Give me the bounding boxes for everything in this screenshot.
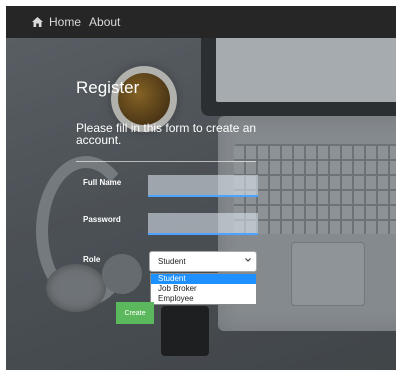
chevron-down-icon	[245, 258, 251, 262]
home-icon	[32, 17, 43, 27]
role-option-employee[interactable]: Employee	[151, 294, 256, 304]
create-button[interactable]: Create	[116, 302, 154, 324]
app-frame: Home About Register Please fill in this …	[6, 6, 396, 370]
role-dropdown-list: Student Job Broker Employee	[150, 273, 257, 305]
role-option-job-broker[interactable]: Job Broker	[151, 284, 256, 294]
full-name-field[interactable]	[148, 175, 258, 197]
password-field[interactable]	[148, 213, 258, 235]
background-overlay	[6, 38, 396, 370]
role-option-student[interactable]: Student	[151, 274, 256, 284]
nav-about-label: About	[89, 15, 121, 29]
form-subtitle: Please fill in this form to create an ac…	[76, 121, 257, 147]
role-select[interactable]: Student	[149, 251, 257, 272]
nav-about-link[interactable]: About	[89, 15, 120, 29]
navbar: Home About	[6, 6, 396, 38]
password-label: Password	[83, 215, 121, 224]
full-name-label: Full Name	[83, 178, 122, 187]
role-label: Role	[83, 255, 101, 264]
nav-home-link[interactable]: Home	[32, 15, 81, 29]
form-divider	[76, 161, 256, 162]
role-selected-value: Student	[158, 257, 186, 266]
page-title: Register	[76, 78, 140, 97]
nav-home-label: Home	[49, 15, 82, 29]
